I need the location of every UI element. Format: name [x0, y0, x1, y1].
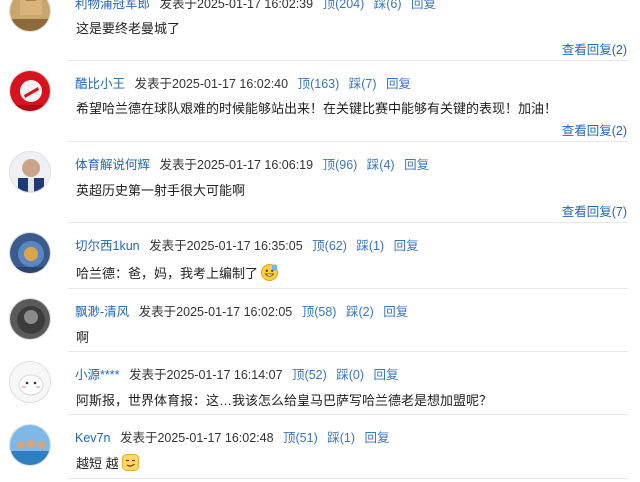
downvote-button[interactable]: 踩(1)	[327, 431, 355, 445]
downvote-button[interactable]: 踩(6)	[374, 0, 402, 11]
downvote-button[interactable]: 踩(2)	[346, 305, 374, 319]
comment-meta: 小源**** 发表于2025-01-17 16:14:07 顶(52) 踩(0)…	[75, 364, 399, 383]
username-link[interactable]: 利物浦冠军郎	[75, 0, 150, 11]
downvote-button[interactable]: 踩(4)	[367, 158, 395, 172]
comment-text-content: 哈兰德：爸，妈，我考上编制了	[76, 266, 259, 281]
downvote-button[interactable]: 踩(0)	[336, 368, 364, 382]
comment-text: 啊	[76, 330, 90, 345]
view-replies-link[interactable]: 查看回复(2)	[562, 120, 627, 139]
timestamp: 2025-01-17 16:02:40	[172, 77, 289, 91]
username-link[interactable]: 小源****	[75, 368, 119, 382]
comment-text: 这是要终老曼城了	[76, 21, 181, 36]
smirk-emoji-icon	[121, 454, 139, 471]
timestamp: 2025-01-17 16:02:39	[197, 0, 314, 11]
posted-prefix: 发表于	[128, 368, 167, 382]
timestamp: 2025-01-17 16:02:05	[176, 305, 293, 319]
reply-button[interactable]: 回复	[404, 158, 429, 172]
upvote-button[interactable]: 顶(204)	[323, 0, 365, 11]
upvote-button[interactable]: 顶(96)	[323, 158, 358, 172]
avatar[interactable]	[9, 424, 51, 466]
grin-emoji-icon	[261, 264, 279, 281]
avatar[interactable]	[9, 70, 51, 112]
view-replies-link[interactable]: 查看回复(7)	[562, 201, 627, 220]
posted-prefix: 发表于	[134, 77, 173, 91]
posted-prefix: 发表于	[138, 305, 177, 319]
downvote-button[interactable]: 踩(1)	[356, 239, 384, 253]
username-link[interactable]: 飘渺-清风	[75, 305, 129, 319]
upvote-button[interactable]: 顶(52)	[292, 368, 327, 382]
comment-text: 英超历史第一射手很大可能啊	[76, 183, 246, 198]
username-link[interactable]: 体育解说何辉	[75, 158, 150, 172]
comment-text-content: 越短 越	[76, 456, 119, 471]
divider	[68, 288, 628, 289]
timestamp: 2025-01-17 16:02:48	[157, 431, 274, 445]
comment-text: 阿斯报，世界体育报：这…我该怎么给皇马巴萨写哈兰德老是想加盟呢？	[76, 393, 493, 408]
reply-button[interactable]: 回复	[411, 0, 436, 11]
username-link[interactable]: 切尔西1kun	[75, 239, 140, 253]
divider	[68, 60, 628, 61]
reply-button[interactable]: 回复	[383, 305, 408, 319]
divider	[68, 478, 628, 479]
upvote-button[interactable]: 顶(163)	[298, 77, 340, 91]
posted-prefix: 发表于	[159, 0, 198, 11]
downvote-button[interactable]: 踩(7)	[349, 77, 377, 91]
comment-meta: 利物浦冠军郎 发表于2025-01-17 16:02:39 顶(204) 踩(6…	[75, 0, 436, 12]
divider	[68, 141, 628, 142]
comment-text: 希望哈兰德在球队艰难的时候能够站出来！在关键比赛中能够有关键的表现！加油！	[76, 101, 558, 116]
upvote-button[interactable]: 顶(62)	[312, 239, 347, 253]
avatar[interactable]	[9, 361, 51, 403]
comment-meta: Kev7n 发表于2025-01-17 16:02:48 顶(51) 踩(1) …	[75, 427, 390, 446]
view-replies-link[interactable]: 查看回复(2)	[562, 39, 627, 58]
posted-prefix: 发表于	[149, 239, 187, 253]
avatar[interactable]	[9, 151, 51, 193]
posted-prefix: 发表于	[159, 158, 198, 172]
avatar[interactable]	[9, 0, 51, 32]
comment-meta: 飘渺-清风 发表于2025-01-17 16:02:05 顶(58) 踩(2) …	[75, 301, 408, 320]
reply-button[interactable]: 回复	[374, 368, 399, 382]
divider	[68, 222, 628, 223]
comment-text: 哈兰德：爸，妈，我考上编制了	[76, 263, 279, 282]
username-link[interactable]: 酷比小王	[75, 77, 125, 91]
reply-button[interactable]: 回复	[365, 431, 390, 445]
upvote-button[interactable]: 顶(51)	[283, 431, 318, 445]
reply-button[interactable]: 回复	[394, 239, 419, 253]
comment-text: 越短 越	[76, 453, 139, 472]
upvote-button[interactable]: 顶(58)	[302, 305, 337, 319]
timestamp: 2025-01-17 16:14:07	[166, 368, 283, 382]
avatar[interactable]	[9, 232, 51, 274]
comment-meta: 切尔西1kun 发表于2025-01-17 16:35:05 顶(62) 踩(1…	[75, 235, 419, 254]
divider	[68, 414, 628, 415]
comment-meta: 酷比小王 发表于2025-01-17 16:02:40 顶(163) 踩(7) …	[75, 73, 411, 92]
divider	[68, 351, 628, 352]
username-link[interactable]: Kev7n	[75, 431, 110, 445]
avatar[interactable]	[9, 298, 51, 340]
timestamp: 2025-01-17 16:35:05	[186, 239, 303, 253]
posted-prefix: 发表于	[119, 431, 158, 445]
reply-button[interactable]: 回复	[386, 77, 411, 91]
comment-meta: 体育解说何辉 发表于2025-01-17 16:06:19 顶(96) 踩(4)…	[75, 154, 429, 173]
timestamp: 2025-01-17 16:06:19	[197, 158, 314, 172]
